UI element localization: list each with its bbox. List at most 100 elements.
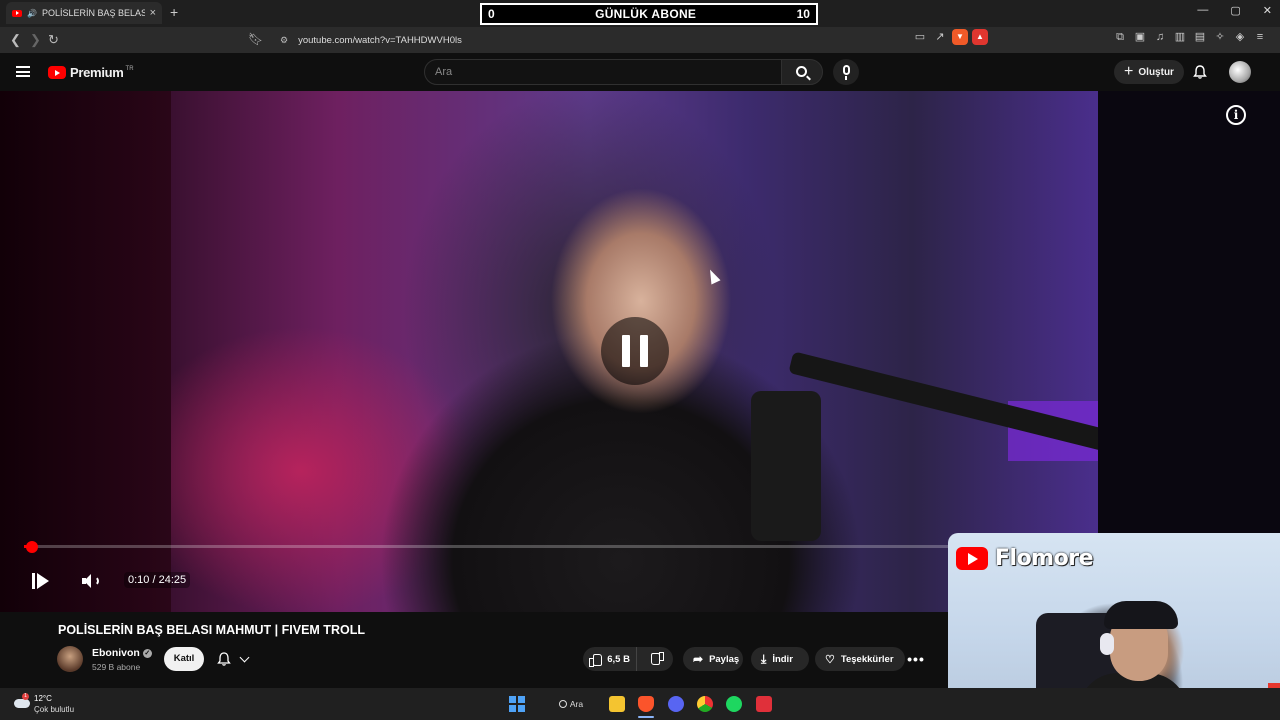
red-app-icon[interactable] — [756, 696, 772, 712]
speaker-icon: 🔊 — [27, 8, 37, 18]
microphone-icon — [842, 65, 850, 75]
menu-icon[interactable]: ≡ — [1252, 29, 1268, 45]
microphone-stand — [845, 76, 847, 80]
url-field[interactable]: ⚙︎ youtube.com/watch?v=TAHHDWVH0ls — [270, 30, 990, 50]
youtube-favicon-icon — [12, 9, 22, 17]
windows-pane-3 — [509, 705, 516, 712]
spotify-icon[interactable] — [726, 696, 742, 712]
screenshot-icon[interactable]: ▣ — [1132, 29, 1148, 45]
youtube-header: Premium TR Ara + Oluştur — [0, 53, 1280, 91]
bookmark-icon[interactable]: 🔖︎ — [248, 32, 263, 46]
taskbar-search-button[interactable]: Ara — [548, 694, 594, 714]
forward-arrow-icon[interactable]: ❯ — [30, 32, 41, 48]
create-label: Oluştur — [1138, 66, 1174, 78]
thanks-button[interactable]: ♡ Teşekkürler — [815, 647, 905, 671]
minimize-button[interactable]: — — [1197, 4, 1208, 17]
play-bar — [32, 573, 35, 589]
chrome-icon[interactable] — [697, 696, 713, 712]
url-actions: ▭ ↗ ▼ ▲ — [912, 29, 988, 45]
like-button[interactable]: 6,5 B — [583, 647, 638, 671]
like-count: 6,5 B — [607, 653, 630, 665]
download-label: İndir — [772, 653, 793, 665]
headset — [1100, 633, 1114, 655]
sidebar-icon[interactable]: ▥ — [1172, 29, 1188, 45]
share-arrow-icon: ➦ — [693, 652, 704, 666]
search-icon — [796, 66, 807, 77]
verified-badge-icon: ✓ — [142, 648, 152, 658]
join-button[interactable]: Katıl — [164, 647, 204, 671]
discord-icon[interactable] — [668, 696, 684, 712]
dislike-button[interactable] — [643, 647, 673, 671]
volume-button[interactable] — [82, 573, 100, 589]
vpn-icon[interactable]: ◈ — [1232, 29, 1248, 45]
file-explorer-icon[interactable] — [609, 696, 625, 712]
youtube-premium-logo[interactable]: Premium TR — [48, 65, 134, 80]
thumbs-up-icon — [589, 653, 603, 667]
windows-taskbar: 1 12°C Çok bulutlu Ara — [0, 688, 1280, 720]
counter-right-value: 10 — [796, 7, 810, 21]
weather-temperature: 12°C — [34, 694, 52, 703]
taskbar-search-label: Ara — [569, 699, 584, 709]
create-button[interactable]: + Oluştur — [1114, 60, 1184, 84]
brave-rewards-icon[interactable]: ▲ — [972, 29, 988, 45]
channel-name-row[interactable]: Ebonivon ✓ — [92, 647, 152, 659]
search-button[interactable] — [781, 59, 823, 85]
pause-indicator-icon[interactable] — [601, 317, 669, 385]
more-actions-button[interactable]: ••• — [903, 647, 929, 671]
logo-text: Premium — [70, 65, 124, 80]
region-code: TR — [125, 65, 134, 72]
brave-shields-icon[interactable]: ▼ — [952, 29, 968, 45]
new-tab-button[interactable]: + — [170, 4, 178, 20]
wallet-icon[interactable]: ▤ — [1192, 29, 1208, 45]
share-page-icon[interactable]: ↗ — [932, 29, 948, 45]
reload-icon[interactable]: ↻ — [48, 32, 59, 48]
info-icon[interactable]: i — [1226, 105, 1246, 125]
notifications-bell-icon[interactable] — [1193, 65, 1207, 79]
share-button[interactable]: ➦ Paylaş — [683, 647, 743, 671]
subscription-bell-button[interactable] — [211, 647, 255, 671]
channel-avatar[interactable] — [57, 646, 83, 672]
youtube-logo-icon — [48, 66, 66, 79]
streamer-brand: Flomore — [956, 546, 1094, 571]
video-pillarbox-left — [0, 91, 171, 612]
channel-name[interactable]: Ebonivon — [92, 647, 140, 659]
taskbar-search-icon — [558, 700, 567, 708]
thanks-label: Teşekkürler — [840, 653, 894, 665]
thumbs-down-icon — [652, 654, 664, 665]
weather-cloud-icon[interactable]: 1 — [14, 693, 30, 708]
media-icon[interactable]: ♫ — [1152, 29, 1168, 45]
browser-tab[interactable]: 🔊 POLİSLERİN BAŞ BELASI MAHMUT × — [6, 2, 162, 24]
windows-start-icon[interactable] — [509, 696, 525, 712]
download-button[interactable]: ⤓ İndir — [751, 647, 809, 671]
weather-description: Çok bulutlu — [34, 705, 75, 714]
back-arrow-icon[interactable]: ❮ — [10, 32, 21, 48]
plus-icon: + — [1124, 63, 1134, 80]
youtube-brand-logo-icon — [956, 547, 988, 570]
voice-search-button[interactable] — [833, 59, 859, 85]
play-next-button[interactable] — [32, 572, 50, 590]
windows-pane-4 — [518, 705, 525, 712]
cast-icon[interactable]: ▭ — [912, 29, 928, 45]
browser-toolbar-icons: ⧉ ▣ ♫ ▥ ▤ ✧ ◈ ≡ — [1112, 29, 1268, 45]
windows-pane-1 — [509, 696, 516, 703]
brave-browser-icon[interactable] — [638, 696, 654, 712]
weather-badge: 1 — [22, 693, 29, 700]
account-avatar[interactable] — [1229, 61, 1251, 83]
tab-close-icon[interactable]: × — [150, 7, 156, 19]
bell-icon — [217, 652, 231, 666]
tab-title: POLİSLERİN BAŞ BELASI MAHMUT — [41, 8, 145, 18]
counter-left-value: 0 — [488, 7, 495, 21]
site-settings-icon[interactable]: ⚙︎ — [280, 35, 288, 46]
thanks-heart-icon: ♡ — [825, 653, 835, 666]
maximize-button[interactable]: ▢ — [1230, 4, 1240, 17]
leo-ai-icon[interactable]: ✧ — [1212, 29, 1228, 45]
hamburger-menu-icon[interactable] — [16, 66, 30, 77]
chevron-down-icon — [239, 652, 250, 663]
close-window-button[interactable]: ✕ — [1263, 4, 1272, 17]
speaker-cone — [84, 574, 91, 588]
share-label: Paylaş — [709, 653, 740, 665]
play-icon — [37, 573, 49, 589]
search-input[interactable]: Ara — [424, 59, 782, 85]
extensions-icon[interactable]: ⧉ — [1112, 29, 1128, 45]
microphone — [751, 391, 821, 541]
